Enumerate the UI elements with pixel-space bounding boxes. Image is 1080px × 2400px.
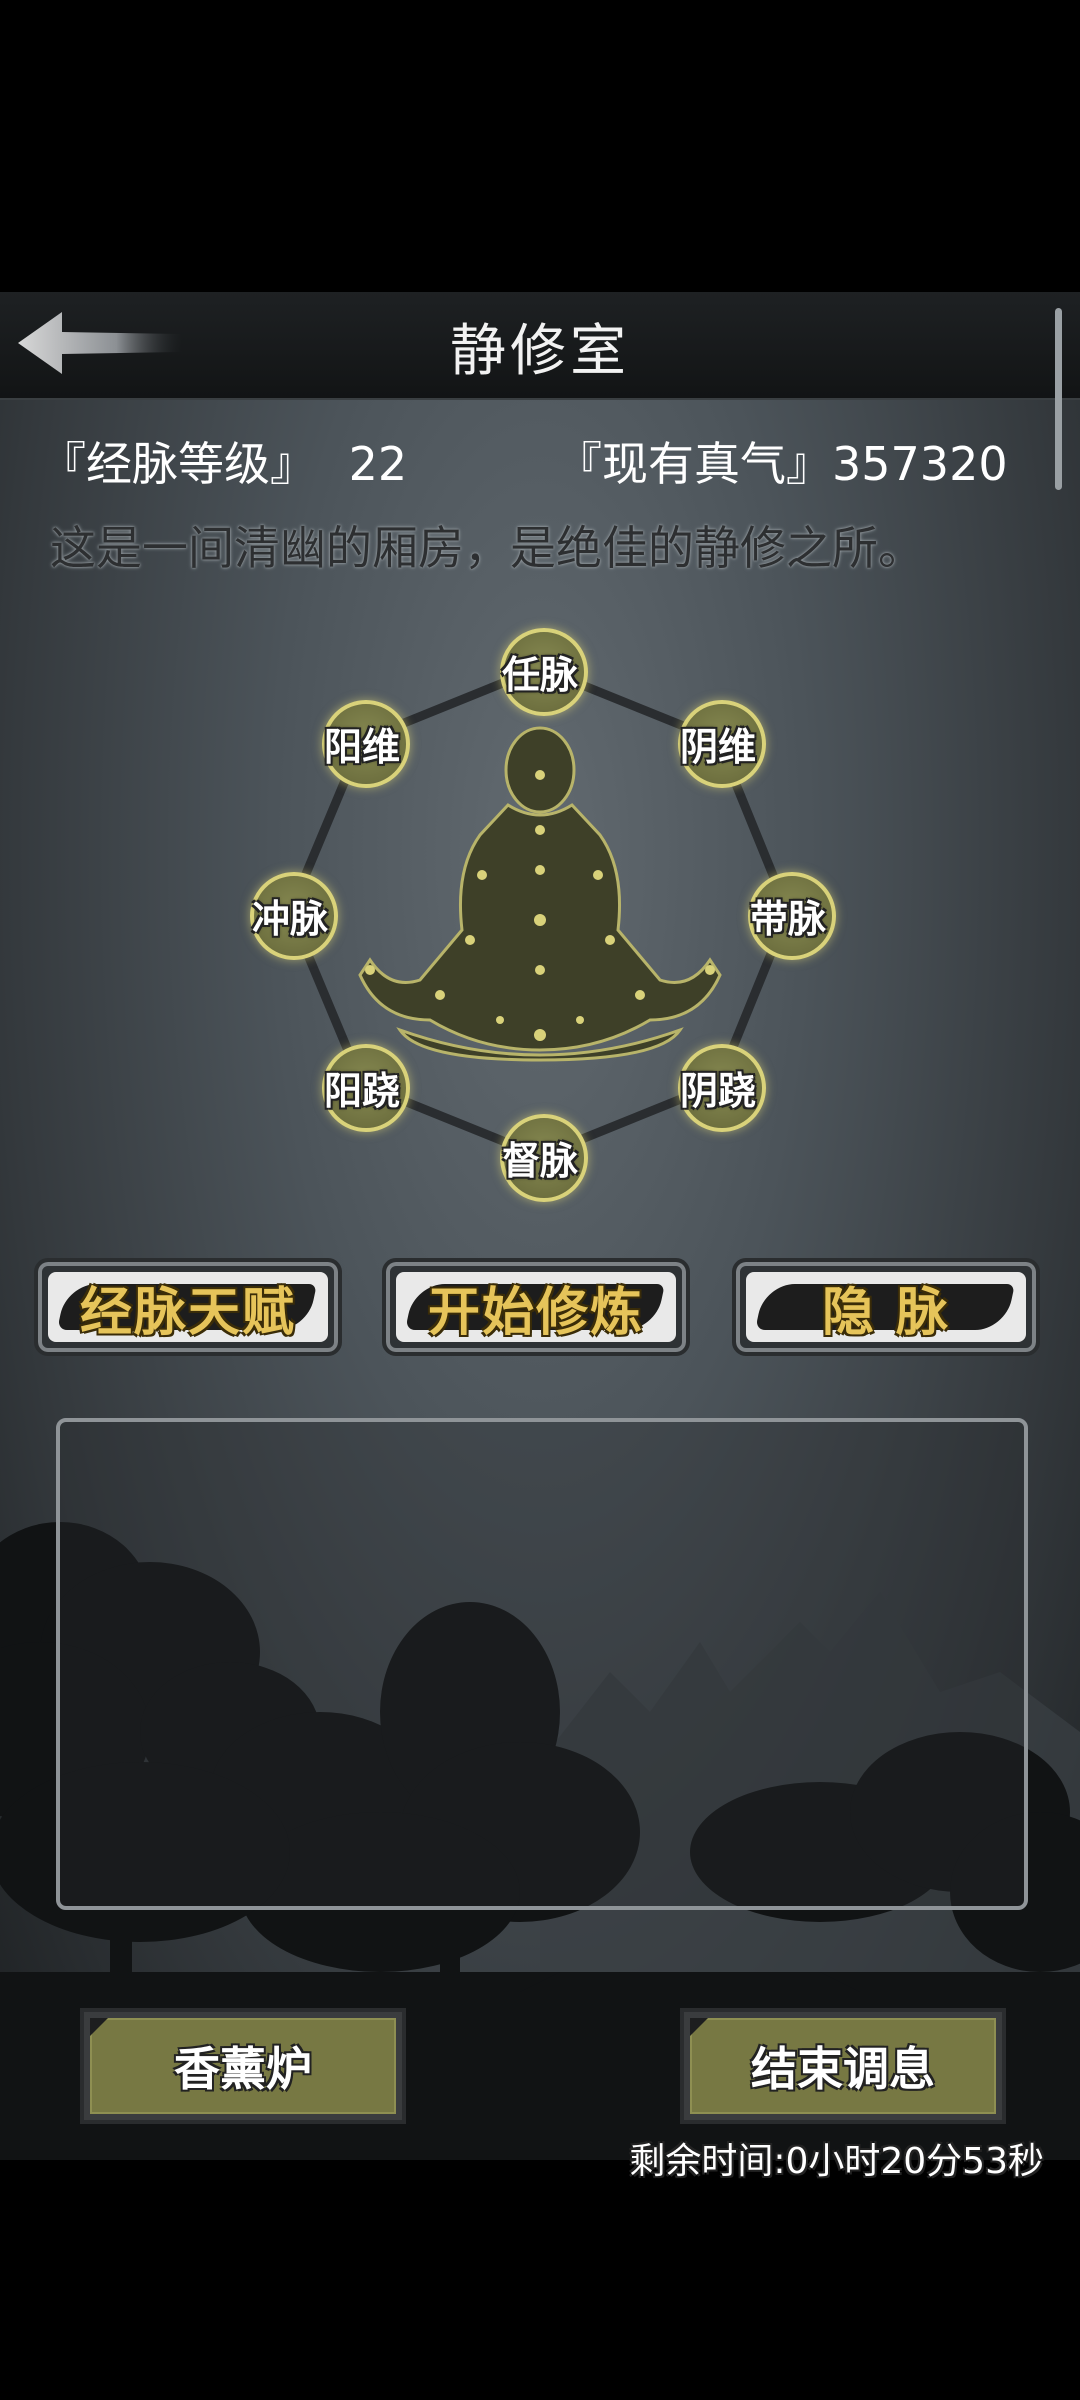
meridian-label-yangwei: 阳维: [323, 725, 400, 769]
hidden-meridian-button[interactable]: 隐 脉: [732, 1258, 1040, 1356]
remaining-time: 剩余时间:0小时20分53秒: [629, 2141, 1044, 2182]
incense-burner-button[interactable]: 香薰炉: [80, 2008, 406, 2124]
qi-value: 357320: [832, 437, 1008, 491]
hidden-meridian-label: 隐 脉: [821, 1282, 951, 1343]
page-title: 静修室: [450, 319, 630, 384]
meridian-label-du: 督脉: [501, 1139, 578, 1183]
start-cultivation-button[interactable]: 开始修炼: [382, 1258, 690, 1356]
game-screen: 静修室 『经脉等级』 22 『现有真气』357320 这是一间清幽的厢房，是绝佳…: [0, 0, 1080, 2400]
meridian-talent-button[interactable]: 经脉天赋: [34, 1258, 342, 1356]
meridian-label-yinqiao: 阴跷: [679, 1069, 756, 1113]
end-rest-button[interactable]: 结束调息: [680, 2008, 1006, 2124]
cultivation-log-panel[interactable]: [56, 1418, 1028, 1910]
start-cultivation-label: 开始修炼: [427, 1282, 644, 1343]
meridian-level-label: 『经脉等级』: [40, 437, 316, 491]
scrollbar[interactable]: [1055, 308, 1062, 490]
qi-amount: 『现有真气』357320: [556, 428, 1008, 494]
meridian-talent-label: 经脉天赋: [79, 1282, 296, 1343]
meridian-level-value: 22: [348, 437, 408, 491]
end-rest-label: 结束调息: [751, 2042, 935, 2096]
room-description: 这是一间清幽的厢房，是绝佳的静修之所。: [50, 521, 924, 575]
meridian-label-yinwei: 阴维: [679, 725, 756, 769]
meridian-label-ren: 任脉: [501, 653, 578, 697]
qi-label: 『现有真气』: [556, 437, 832, 491]
meridian-label-dai: 带脉: [749, 897, 826, 941]
meridian-level: 『经脉等级』 22: [40, 428, 407, 494]
incense-burner-label: 香薰炉: [174, 2042, 312, 2096]
meridian-label-yangqiao: 阳跷: [323, 1069, 400, 1113]
meridian-label-chong: 冲脉: [251, 897, 328, 941]
